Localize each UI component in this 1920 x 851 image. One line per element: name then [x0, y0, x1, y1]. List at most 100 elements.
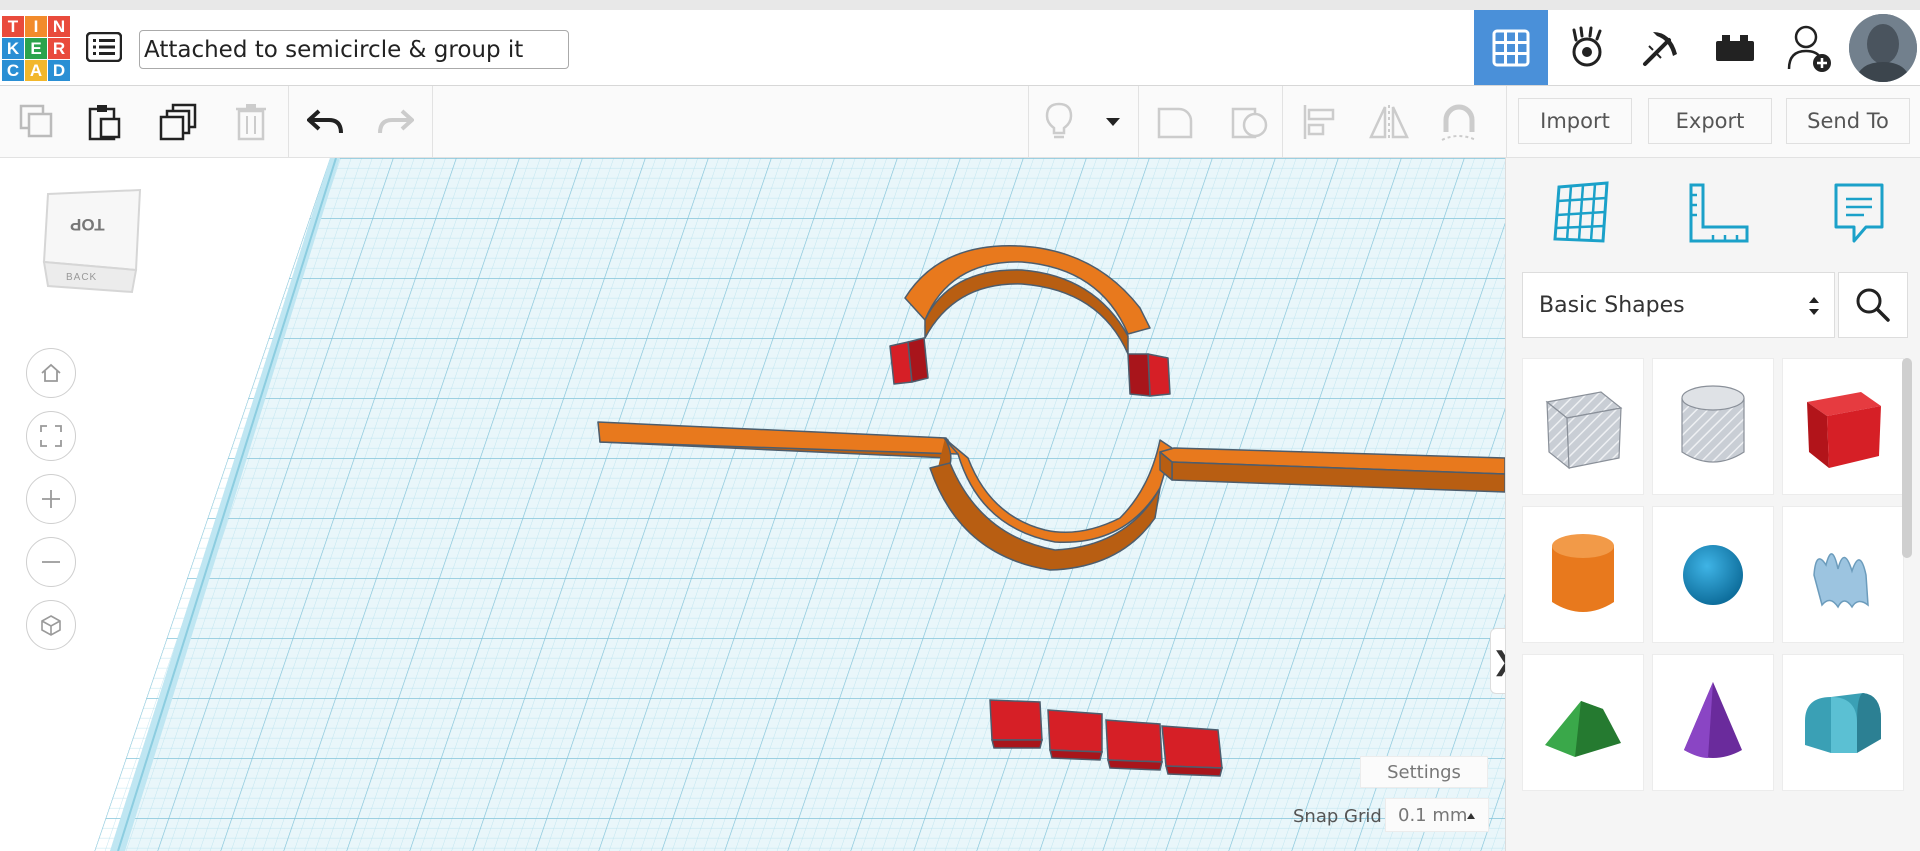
- toolbar-divider: [288, 86, 289, 158]
- speech-bubble-icon: [1834, 183, 1884, 243]
- toolbar-divider: [1506, 86, 1507, 158]
- send-to-button[interactable]: Send To: [1786, 98, 1910, 144]
- avatar-icon: [1849, 14, 1917, 82]
- undo-button[interactable]: [302, 100, 348, 144]
- delete-button[interactable]: [228, 100, 274, 144]
- view-cube[interactable]: TOP BACK: [40, 188, 145, 298]
- collapse-panel-button[interactable]: ❯: [1490, 628, 1505, 694]
- toolbar-divider: [1028, 86, 1029, 158]
- grid-icon: [1492, 29, 1530, 66]
- settings-button[interactable]: Settings: [1360, 756, 1488, 788]
- logo-letter: R: [48, 38, 70, 59]
- duplicate-button[interactable]: [156, 100, 202, 144]
- cylinder-hole-icon: [1681, 384, 1745, 462]
- nav-3d-design-button[interactable]: [1474, 10, 1548, 85]
- tinkercad-logo[interactable]: T I N K E R C A D: [2, 16, 70, 82]
- list-icon: [85, 31, 123, 63]
- shape-cylinder[interactable]: [1522, 506, 1644, 643]
- notes-light-button[interactable]: [1036, 100, 1082, 144]
- shape-search-button[interactable]: [1838, 272, 1908, 338]
- logo-letter: C: [2, 60, 24, 81]
- shape-scribble[interactable]: [1782, 506, 1904, 643]
- cube-icon: [41, 615, 61, 636]
- user-avatar[interactable]: [1849, 14, 1917, 82]
- notes-tab[interactable]: [1824, 178, 1894, 248]
- shape-sphere[interactable]: [1652, 506, 1774, 643]
- shape-cone[interactable]: [1652, 654, 1774, 791]
- logo-letter: D: [48, 60, 70, 81]
- shape-category-select[interactable]: Basic Shapes: [1522, 272, 1835, 338]
- brick-icon: [1716, 34, 1754, 61]
- group-button[interactable]: [1152, 100, 1198, 144]
- nav-codeblocks-button[interactable]: [1624, 10, 1698, 85]
- align-icon: [1303, 105, 1335, 139]
- snap-grid-label: Snap Grid: [1293, 806, 1382, 827]
- shape-roof[interactable]: [1522, 654, 1644, 791]
- logo-letter: A: [25, 60, 47, 81]
- group-icon: [1157, 107, 1193, 139]
- add-user-icon: [1787, 25, 1831, 72]
- logo-letter: T: [2, 16, 24, 37]
- panel-scrollbar[interactable]: [1902, 358, 1912, 558]
- shapes-panel: Basic Shapes: [1505, 158, 1920, 851]
- toolbar: Import Export Send To: [0, 86, 1920, 158]
- plus-icon: [42, 490, 60, 508]
- caret-up-icon: [1467, 813, 1475, 819]
- shape-box-hole[interactable]: [1522, 358, 1644, 495]
- copy-icon: [19, 104, 53, 138]
- redo-icon: [378, 109, 414, 134]
- cruise-button[interactable]: [1436, 100, 1482, 144]
- redo-button[interactable]: [373, 100, 419, 144]
- align-button[interactable]: [1296, 100, 1342, 144]
- workplane-icon: [1553, 181, 1609, 243]
- export-button[interactable]: Export: [1648, 98, 1772, 144]
- select-arrows-icon: [1809, 297, 1819, 315]
- view-cube-back-label: BACK: [66, 272, 98, 283]
- home-view-button[interactable]: [26, 348, 76, 398]
- round-roof-icon: [1805, 692, 1881, 753]
- workplane-grid[interactable]: [0, 158, 1505, 851]
- zoom-in-button[interactable]: [26, 474, 76, 524]
- nav-circuits-button[interactable]: [1550, 10, 1624, 85]
- design-list-button[interactable]: [85, 31, 123, 63]
- logo-letter: N: [48, 16, 70, 37]
- fit-view-button[interactable]: [26, 411, 76, 461]
- blue-sphere-icon: [1683, 544, 1743, 605]
- toolbar-divider: [1282, 86, 1283, 158]
- zoom-out-button[interactable]: [26, 537, 76, 587]
- ruler-icon: [1689, 183, 1749, 243]
- scribble-icon: [1813, 552, 1869, 608]
- perspective-button[interactable]: [26, 600, 76, 650]
- snap-grid-value: 0.1 mm: [1398, 804, 1468, 826]
- lightbulb-icon: [1045, 102, 1073, 139]
- shape-round-roof[interactable]: [1782, 654, 1904, 791]
- copy-button[interactable]: [14, 100, 60, 144]
- top-bar: T I N K E R C A D: [0, 0, 1920, 86]
- undo-icon: [307, 109, 343, 134]
- ruler-tab[interactable]: [1684, 178, 1754, 248]
- green-roof-icon: [1545, 700, 1621, 757]
- mirror-button[interactable]: [1366, 100, 1412, 144]
- logo-letter: E: [25, 38, 47, 59]
- workplane-viewport[interactable]: TOP BACK Settings Snap Grid 0.1 mm: [0, 158, 1505, 851]
- nav-lessons-button[interactable]: [1698, 10, 1772, 85]
- chevron-right-icon: ❯: [1492, 646, 1505, 677]
- snap-grid-select[interactable]: 0.1 mm: [1385, 798, 1489, 832]
- workplane-tab[interactable]: [1546, 178, 1616, 248]
- orange-cylinder-icon: [1552, 533, 1614, 612]
- paste-button[interactable]: [82, 100, 128, 144]
- tinkercad-app: T I N K E R C A D Attached to semicircle…: [0, 0, 1920, 851]
- minus-icon: [42, 561, 60, 563]
- search-icon: [1856, 288, 1890, 322]
- design-title-input[interactable]: [139, 30, 569, 69]
- ungroup-button[interactable]: [1226, 100, 1272, 144]
- notes-dropdown-button[interactable]: [1090, 100, 1136, 144]
- shape-cylinder-hole[interactable]: [1652, 358, 1774, 495]
- shape-box[interactable]: [1782, 358, 1904, 495]
- box-hole-icon: [1545, 390, 1623, 469]
- toolbar-divider: [432, 86, 433, 158]
- invite-user-button[interactable]: [1772, 10, 1846, 85]
- hand-claw-icon: [1572, 26, 1602, 66]
- caret-down-icon: [1106, 118, 1120, 126]
- import-button[interactable]: Import: [1518, 98, 1632, 144]
